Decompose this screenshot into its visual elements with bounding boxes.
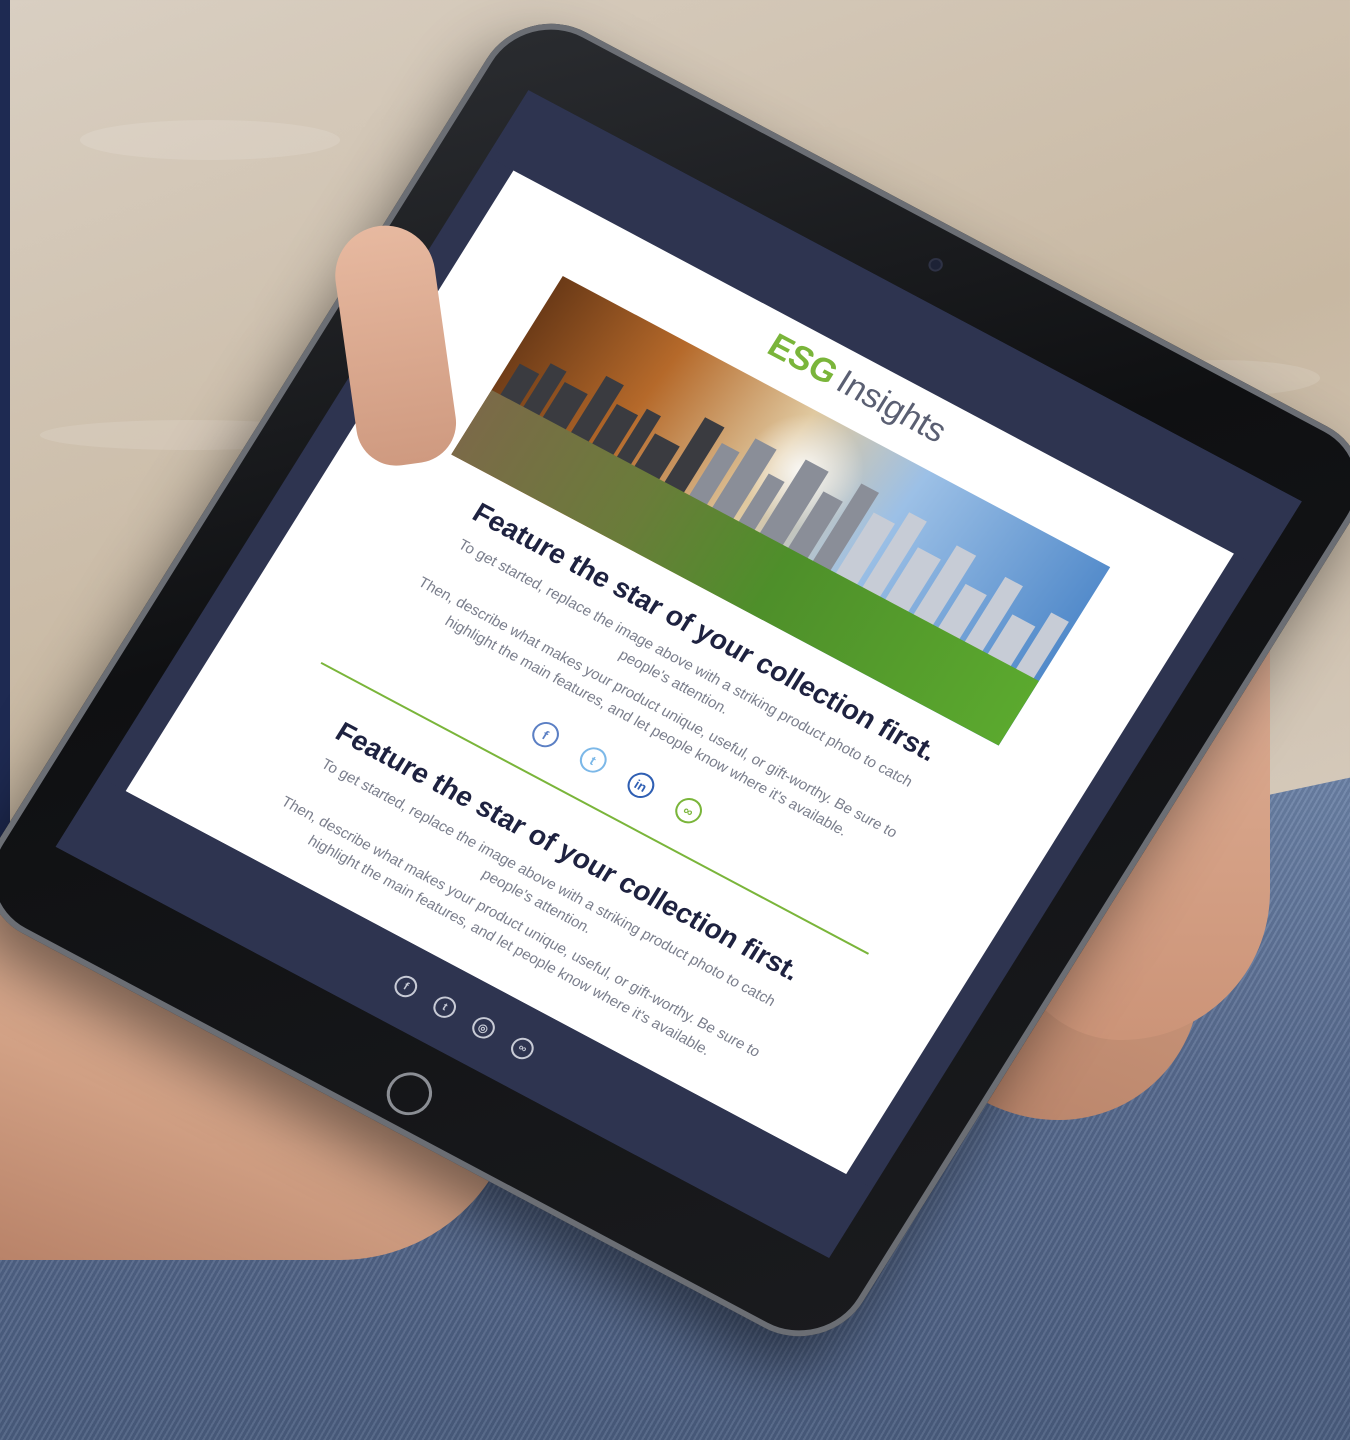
facebook-icon[interactable]: f <box>527 717 564 752</box>
link-icon[interactable]: ∞ <box>670 793 708 828</box>
twitter-icon[interactable]: t <box>429 992 461 1022</box>
instagram-icon[interactable]: ◎ <box>467 1013 500 1043</box>
facebook-icon[interactable]: f <box>390 971 422 1002</box>
link-icon[interactable]: ∞ <box>506 1033 538 1063</box>
wood-streak <box>80 120 340 160</box>
twitter-icon[interactable]: t <box>574 742 612 778</box>
linkedin-icon[interactable]: in <box>622 768 660 803</box>
